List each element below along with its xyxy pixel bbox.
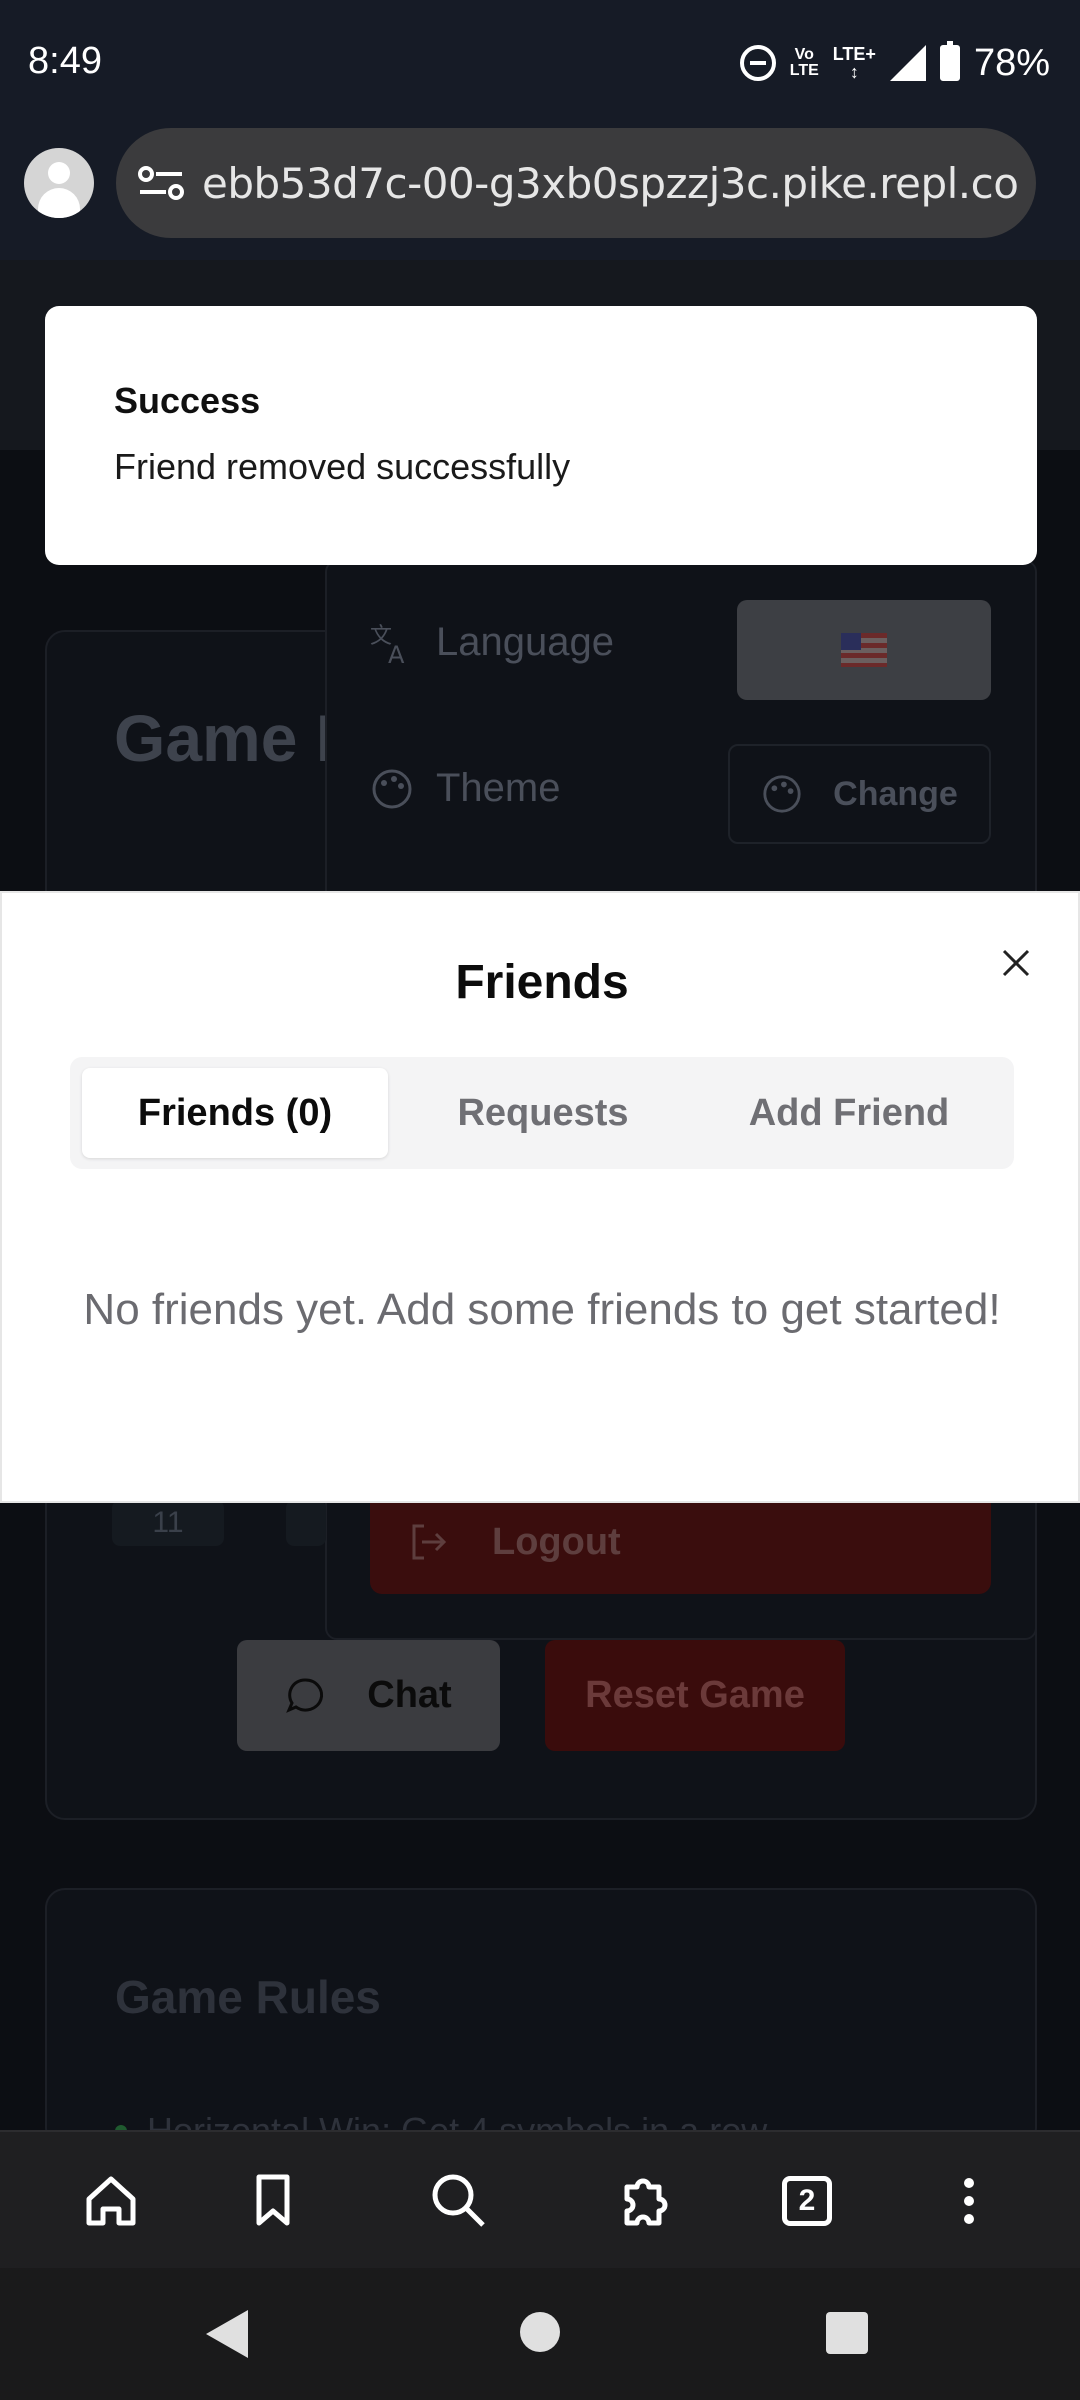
game-rules-card: Game Rules Horizontal Win: Get 4 symbols… [45, 1888, 1037, 2148]
language-select-button[interactable] [737, 600, 991, 700]
theme-label: Theme [436, 766, 561, 810]
recent-apps-icon[interactable] [826, 2312, 868, 2354]
volte-icon: Vo LTE [789, 46, 819, 79]
language-label: Language [436, 620, 614, 664]
tab-requests[interactable]: Requests [390, 1068, 696, 1158]
tab-count: 2 [782, 2176, 832, 2226]
theme-setting: Theme [370, 766, 561, 811]
svg-text:A: A [388, 641, 405, 665]
tab-friends[interactable]: Friends (0) [82, 1068, 388, 1158]
logout-button[interactable]: Logout [370, 1490, 991, 1594]
change-label: Change [833, 774, 958, 813]
back-icon[interactable] [206, 2310, 248, 2358]
browser-bottom-bar: 2 [0, 2130, 1080, 2268]
translate-icon: 文 A [370, 624, 405, 665]
chat-label: Chat [367, 1674, 452, 1716]
logout-icon [412, 1524, 447, 1560]
modal-title: Friends [455, 956, 629, 1009]
friends-modal: Friends Friends (0) Requests Add Friend … [0, 891, 1080, 1503]
bookmark-icon[interactable] [238, 2166, 308, 2236]
success-toast: Success Friend removed successfully [45, 306, 1037, 565]
system-navigation-bar [0, 2268, 1080, 2400]
us-flag-icon [841, 633, 887, 667]
battery-percent: 78% [973, 41, 1050, 84]
lte-plus-icon: LTE+ ↕ [832, 44, 876, 82]
friends-tabs: Friends (0) Requests Add Friend [70, 1057, 1014, 1169]
board-cell [286, 1500, 326, 1546]
do-not-disturb-icon [739, 45, 776, 81]
chat-bubble-icon [286, 1677, 324, 1713]
url-text[interactable]: ebb53d7c-00-g3xb0spzzj3c.pike.repl.co [202, 159, 1019, 208]
extensions-icon[interactable] [610, 2166, 680, 2236]
status-time: 8:49 [28, 40, 102, 82]
tabs-icon[interactable]: 2 [772, 2166, 842, 2236]
home-icon[interactable] [76, 2166, 146, 2236]
close-icon[interactable] [996, 943, 1036, 983]
home-button-icon[interactable] [520, 2312, 560, 2352]
browser-toolbar: ebb53d7c-00-g3xb0spzzj3c.pike.repl.co [0, 128, 1080, 260]
palette-icon [372, 769, 412, 808]
board-cell: 11 [112, 1500, 224, 1546]
toast-title: Success [114, 380, 261, 421]
search-icon[interactable] [424, 2166, 494, 2236]
reset-label: Reset Game [585, 1674, 805, 1716]
battery-icon [939, 41, 960, 81]
site-settings-icon[interactable] [138, 165, 184, 201]
language-setting: 文 A Language [370, 620, 614, 665]
palette-icon [763, 775, 801, 813]
empty-state-message: No friends yet. Add some friends to get … [83, 1285, 1001, 1334]
reset-game-button[interactable]: Reset Game [545, 1640, 845, 1751]
status-bar: 8:49 Vo LTE LTE+ ↕ 78% [0, 0, 1080, 128]
profile-avatar-icon[interactable] [24, 148, 94, 218]
change-theme-button[interactable]: Change [728, 744, 991, 844]
rules-title: Game Rules [115, 1971, 381, 2023]
logout-label: Logout [492, 1520, 621, 1563]
toast-message: Friend removed successfully [114, 446, 571, 487]
more-icon[interactable] [934, 2166, 1004, 2236]
chat-button[interactable]: Chat [237, 1640, 500, 1751]
status-icons: Vo LTE LTE+ ↕ 78% [739, 38, 1050, 88]
address-bar[interactable]: ebb53d7c-00-g3xb0spzzj3c.pike.repl.co [116, 128, 1036, 238]
signal-icon [889, 45, 926, 81]
tab-add-friend[interactable]: Add Friend [696, 1068, 1002, 1158]
